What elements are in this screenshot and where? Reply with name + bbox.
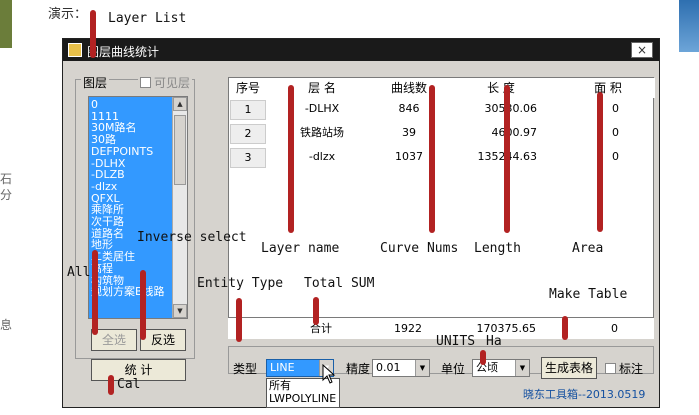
cell-length: 135244.63	[441, 148, 561, 166]
annotation-marker	[597, 92, 603, 232]
cell-area: 0	[612, 126, 619, 139]
checkbox-box[interactable]	[140, 77, 151, 88]
annotation-cal: Cal	[117, 377, 141, 392]
cell-area: 0	[612, 102, 619, 115]
column-header-index: 序号	[229, 78, 267, 98]
make-table-button[interactable]: 生成表格	[541, 357, 597, 379]
sum-label: 合计	[310, 322, 332, 335]
cell-area: 0	[612, 150, 619, 163]
layer-curve-stats-window: 图层曲线统计 × 图层 可见层 0 1111 30M路名 30路 DEFPOIN…	[62, 38, 660, 408]
column-header-length: 长 度	[441, 78, 561, 98]
layer-list-item[interactable]: 30路	[91, 134, 173, 146]
precision-label: 精度	[346, 362, 371, 376]
annotation-marker	[108, 375, 114, 395]
annotation-length: Length	[474, 241, 521, 256]
annotation-marker	[92, 250, 98, 335]
annotation-curve-nums: Curve Nums	[380, 241, 459, 256]
row-number[interactable]: 2	[230, 124, 266, 144]
sum-curve-count: 1922	[394, 322, 422, 335]
layer-list-item[interactable]: 二类居住	[91, 251, 173, 263]
cell-length: 30530.06	[484, 102, 538, 115]
visible-layers-checkbox[interactable]: 可见层	[138, 74, 193, 91]
annotation-marker	[504, 85, 510, 233]
annotation-marker	[90, 10, 96, 58]
window-title: 图层曲线统计	[87, 45, 160, 59]
annotation-total-sum: Total SUM	[304, 276, 375, 291]
layer-list[interactable]: 0 1111 30M路名 30路 DEFPOINTS -DLHX -DLZB -…	[88, 96, 188, 319]
annotation-marker	[140, 270, 146, 340]
mouse-cursor-icon	[322, 364, 336, 384]
layer-list-item[interactable]: 乘降所	[91, 204, 173, 216]
mark-checkbox[interactable]: 标注	[605, 360, 643, 377]
annotation-marker	[562, 316, 568, 340]
sum-area: 0	[611, 322, 618, 335]
mark-label: 标注	[619, 362, 644, 376]
annotation-entity-type: Entity Type	[197, 276, 284, 291]
annotation-inverse-select: Inverse select	[137, 230, 247, 245]
layer-list-item[interactable]: 构筑物	[91, 275, 173, 287]
inverse-select-button[interactable]: 反选	[140, 329, 186, 351]
chevron-down-icon[interactable]: ▼	[515, 360, 529, 376]
left-strip-text: 石	[0, 172, 13, 186]
corner-image	[679, 0, 699, 52]
visible-layers-label: 可见层	[154, 76, 191, 90]
layer-list-item[interactable]: 规划方案B线路	[91, 286, 173, 298]
layer-list-item[interactable]: 次干路	[91, 216, 173, 228]
checkbox-box[interactable]	[605, 363, 616, 374]
precision-select[interactable]: 0.01 ▼	[372, 359, 430, 377]
precision-select-value: 0.01	[376, 361, 401, 374]
layer-group-label: 图层	[81, 74, 110, 91]
scroll-up-icon[interactable]: ▲	[173, 97, 187, 111]
layer-items: 0 1111 30M路名 30路 DEFPOINTS -DLHX -DLZB -…	[91, 99, 173, 298]
scroll-thumb[interactable]	[174, 115, 186, 185]
scroll-down-icon[interactable]: ▼	[173, 304, 187, 318]
window-titlebar[interactable]: 图层曲线统计 ×	[63, 39, 659, 61]
type-label: 类型	[233, 362, 258, 376]
layer-list-item[interactable]: 高程	[91, 263, 173, 275]
cell-layer-name: -DLHX	[304, 102, 340, 115]
layer-list-item[interactable]: QFXL	[91, 193, 173, 205]
annotation-ha: Ha	[486, 334, 502, 349]
annotation-layer-name: Layer name	[261, 241, 340, 256]
column-header-area: 面 积	[561, 78, 655, 98]
layer-list-item[interactable]: -DLZB	[91, 169, 173, 181]
layer-list-item[interactable]: 30M路名	[91, 122, 173, 134]
type-select-value: LINE	[270, 361, 295, 374]
annotation-marker	[429, 85, 435, 233]
layer-list-item[interactable]: 1111	[91, 111, 173, 123]
page-heading: 演示：	[48, 7, 88, 22]
row-number[interactable]: 3	[230, 148, 266, 168]
layer-list-item[interactable]: DEFPOINTS	[91, 146, 173, 158]
annotation-all: All	[67, 265, 91, 280]
left-strip-text: 息	[0, 318, 13, 332]
annotation-units: UNITS	[436, 334, 476, 349]
cell-layer-name: 铁路站场	[300, 126, 344, 139]
layer-list-item[interactable]: -dlzx	[91, 181, 173, 193]
annotation-marker	[313, 297, 319, 325]
page-left-strip: 石 分 息	[0, 0, 40, 415]
annotation-marker	[288, 85, 294, 233]
app-icon	[68, 43, 82, 57]
unit-label: 单位	[441, 362, 466, 376]
layer-list-item[interactable]: 0	[91, 99, 173, 111]
thumbnail-image	[0, 0, 12, 48]
type-option[interactable]: LWPOLYLINE	[267, 392, 339, 405]
row-number[interactable]: 1	[230, 100, 266, 120]
footer-text: 晓东工具箱--2013.0519	[523, 388, 646, 401]
left-strip-text: 分	[0, 188, 13, 202]
annotation-marker	[236, 298, 242, 342]
layer-list-item[interactable]: -DLHX	[91, 158, 173, 170]
column-header-layer-name: 层 名	[267, 78, 377, 98]
cell-length: 4600.97	[491, 126, 538, 139]
cell-layer-name: -dlzx	[308, 150, 336, 163]
annotation-area: Area	[572, 241, 604, 256]
layer-list-scrollbar[interactable]: ▲ ▼	[172, 97, 187, 318]
annotation-layer-list: Layer List	[108, 11, 187, 26]
annotation-make-table: Make Table	[549, 287, 628, 302]
annotation-marker	[480, 350, 486, 365]
chevron-down-icon[interactable]: ▼	[415, 360, 429, 376]
close-button[interactable]: ×	[631, 42, 653, 58]
